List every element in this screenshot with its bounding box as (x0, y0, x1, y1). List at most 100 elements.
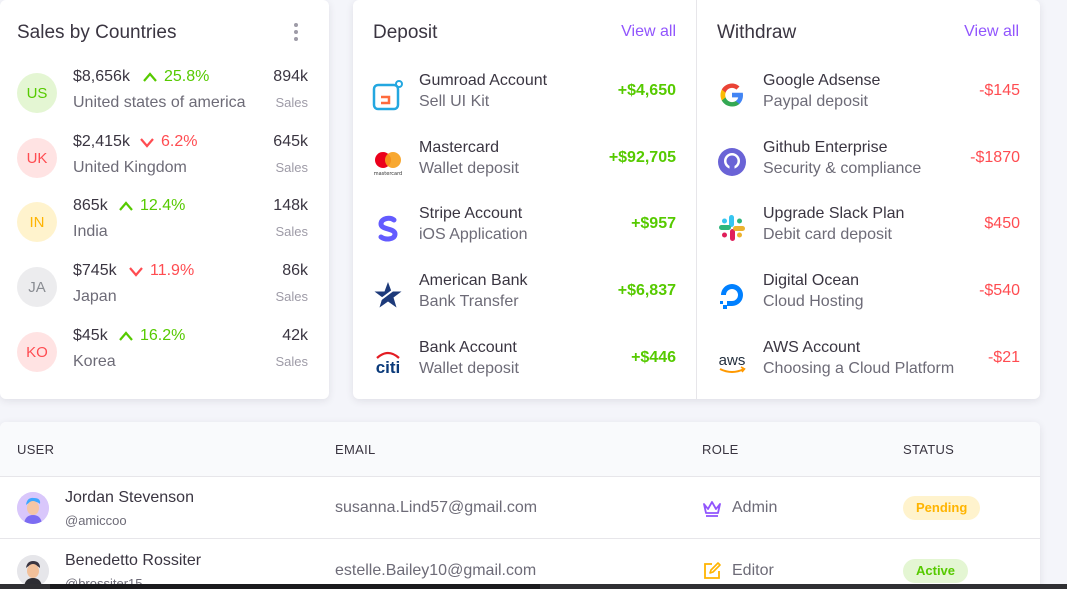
withdraw-item[interactable]: Digital Ocean Cloud Hosting -$540 (697, 272, 1040, 320)
edit-icon (702, 561, 722, 581)
deposit-title: Deposit (373, 22, 438, 43)
stripe-logo-icon (371, 211, 405, 245)
deposit-item[interactable]: Gumroad Account Sell UI Kit +$4,650 (353, 72, 696, 120)
column-header-user[interactable]: USER (17, 442, 54, 457)
digital-ocean-logo-icon (715, 278, 749, 312)
deposit-item-subtitle: Wallet deposit (419, 160, 519, 177)
deposit-withdraw-card: Deposit View all Gumroad Account Sell UI… (353, 0, 1040, 399)
withdraw-item-amount: $450 (984, 215, 1020, 232)
country-sales-count: 894k (273, 68, 308, 85)
country-sales-count: 86k (282, 262, 308, 279)
google-logo-icon (715, 78, 749, 112)
withdraw-item-title: Github Enterprise (763, 139, 888, 156)
country-sales-label: Sales (275, 224, 308, 239)
deposit-item[interactable]: American Bank Bank Transfer +$6,837 (353, 272, 696, 320)
user-name: Benedetto Rossiter (65, 552, 202, 569)
withdraw-item-amount: -$540 (979, 282, 1020, 299)
citi-wordmark: citi (376, 358, 401, 377)
deposit-item-title: Mastercard (419, 139, 500, 156)
withdraw-item-title: Google Adsense (763, 72, 881, 89)
scrollbar-thumb[interactable] (50, 584, 540, 589)
deposit-item-title: Stripe Account (419, 205, 523, 222)
user-handle: @amiccoo (65, 513, 127, 528)
country-name: Japan (73, 288, 117, 305)
table-header: USER EMAIL ROLE STATUS (0, 422, 1040, 477)
deposit-item-title: Bank Account (419, 339, 517, 356)
withdraw-item-subtitle: Cloud Hosting (763, 293, 864, 310)
crown-icon (702, 498, 722, 518)
mastercard-logo-icon: mastercard (371, 145, 405, 179)
country-row: US $8,656k 25.8% United states of americ… (0, 68, 329, 128)
country-sales-count: 148k (273, 197, 308, 214)
withdraw-item[interactable]: Upgrade Slack Plan Debit card deposit $4… (697, 205, 1040, 253)
sales-by-countries-card: Sales by Countries US $8,656k 25.8% Unit… (0, 0, 329, 399)
gumroad-logo-icon (371, 78, 405, 112)
column-header-status[interactable]: STATUS (903, 442, 954, 457)
deposit-view-all-link[interactable]: View all (621, 23, 676, 41)
country-name: United states of america (73, 94, 246, 111)
deposit-item-subtitle: iOS Application (419, 226, 528, 243)
withdraw-item-subtitle: Debit card deposit (763, 226, 892, 243)
trend-up: 12.4% (118, 197, 185, 215)
slack-logo-icon (715, 211, 749, 245)
withdraw-item[interactable]: aws AWS Account Choosing a Cloud Platfor… (697, 339, 1040, 387)
country-amount: $2,415k (73, 133, 130, 150)
user-name: Jordan Stevenson (65, 489, 194, 506)
country-row: JA $745k 11.9% Japan 86k Sales (0, 262, 329, 322)
deposit-section: Deposit View all Gumroad Account Sell UI… (353, 0, 696, 399)
chevron-up-icon (143, 72, 157, 82)
user-email: estelle.Bailey10@gmail.com (335, 562, 537, 579)
deposit-item-subtitle: Sell UI Kit (419, 93, 490, 110)
github-logo-icon (715, 145, 749, 179)
withdraw-title: Withdraw (717, 22, 797, 43)
trend-up: 16.2% (118, 327, 185, 345)
table-row[interactable]: Benedetto Rossiter @brossiter15 estelle.… (0, 540, 1040, 589)
withdraw-item[interactable]: Google Adsense Paypal deposit -$145 (697, 72, 1040, 120)
withdraw-view-all-link[interactable]: View all (964, 23, 1019, 41)
user-avatar (17, 492, 49, 524)
trend-up: 25.8% (142, 68, 209, 86)
deposit-item[interactable]: Stripe Account iOS Application +$957 (353, 205, 696, 253)
country-row: IN 865k 12.4% India 148k Sales (0, 197, 329, 257)
country-amount: $8,656k (73, 68, 130, 85)
user-role: Editor (732, 562, 774, 579)
country-sales-count: 42k (282, 327, 308, 344)
more-options-icon[interactable] (288, 21, 304, 43)
country-amount: $45k (73, 327, 108, 344)
deposit-item-title: Gumroad Account (419, 72, 548, 89)
chevron-down-icon (129, 267, 143, 277)
country-avatar: IN (17, 202, 57, 242)
table-row[interactable]: Jordan Stevenson @amiccoo susanna.Lind57… (0, 477, 1040, 539)
chevron-up-icon (119, 331, 133, 341)
user-avatar (17, 555, 49, 587)
deposit-item-subtitle: Wallet deposit (419, 360, 519, 377)
deposit-item[interactable]: mastercard Mastercard Wallet deposit +$9… (353, 139, 696, 187)
aws-logo-icon: aws (715, 345, 749, 379)
deposit-item-subtitle: Bank Transfer (419, 293, 519, 310)
deposit-item[interactable]: citi Bank Account Wallet deposit +$446 (353, 339, 696, 387)
deposit-item-amount: +$957 (631, 215, 676, 232)
mastercard-wordmark: mastercard (374, 171, 402, 177)
user-email: susanna.Lind57@gmail.com (335, 499, 538, 516)
country-amount: 865k (73, 197, 108, 214)
country-name: United Kingdom (73, 159, 187, 176)
country-sales-count: 645k (273, 133, 308, 150)
column-header-role[interactable]: ROLE (702, 442, 739, 457)
withdraw-item-subtitle: Security & compliance (763, 160, 922, 177)
sales-card-title: Sales by Countries (17, 22, 177, 43)
deposit-item-amount: +$92,705 (608, 149, 676, 166)
withdraw-item[interactable]: Github Enterprise Security & compliance … (697, 139, 1040, 187)
trend-down: 6.2% (139, 133, 197, 151)
column-header-email[interactable]: EMAIL (335, 442, 376, 457)
withdraw-item-amount: -$145 (979, 82, 1020, 99)
country-sales-label: Sales (275, 354, 308, 369)
country-amount: $745k (73, 262, 117, 279)
country-avatar: UK (17, 138, 57, 178)
withdraw-item-title: AWS Account (763, 339, 861, 356)
withdraw-item-title: Upgrade Slack Plan (763, 205, 905, 222)
country-avatar: KO (17, 332, 57, 372)
horizontal-scrollbar[interactable] (0, 584, 1067, 589)
country-avatar: JA (17, 267, 57, 307)
withdraw-item-subtitle: Paypal deposit (763, 93, 868, 110)
deposit-item-amount: +$6,837 (617, 282, 676, 299)
